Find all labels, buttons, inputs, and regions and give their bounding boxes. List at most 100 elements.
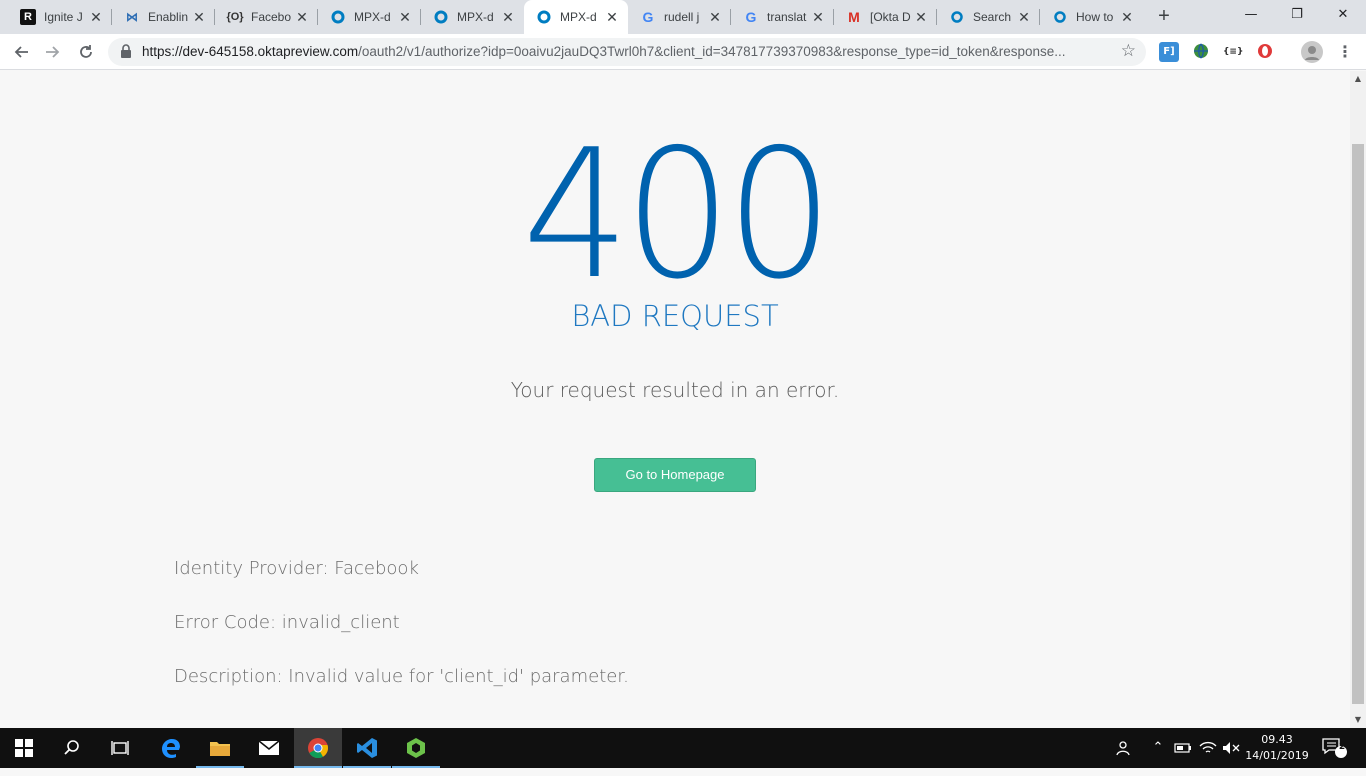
- vscode-taskbar-button[interactable]: [343, 728, 391, 768]
- tab-9[interactable]: Search ✕: [937, 0, 1040, 34]
- close-icon[interactable]: ✕: [913, 9, 929, 26]
- file-explorer-taskbar-button[interactable]: [196, 728, 244, 768]
- okta-icon: [433, 9, 449, 25]
- tab-title: rudell j: [664, 10, 700, 24]
- clock-time: 09.43: [1261, 733, 1293, 746]
- error-code-text: Error Code: invalid_client: [174, 612, 400, 633]
- extension-json-icon[interactable]: {≡}: [1223, 42, 1243, 62]
- tab-title: Facebo: [251, 10, 292, 24]
- tab-4[interactable]: MPX-d ✕: [421, 0, 524, 34]
- browser-menu-icon[interactable]: ⋮: [1335, 42, 1355, 62]
- tab-title: MPX-d: [560, 10, 597, 24]
- okta-icon: [330, 9, 346, 25]
- chrome-icon: [308, 738, 328, 759]
- new-tab-button[interactable]: +: [1152, 5, 1176, 29]
- bookmark-star-icon[interactable]: ☆: [1121, 41, 1136, 61]
- lock-icon: [121, 44, 131, 58]
- error-description-text: Description: Invalid value for 'client_i…: [174, 666, 629, 687]
- start-button[interactable]: [0, 728, 48, 768]
- edge-taskbar-button[interactable]: [147, 728, 195, 768]
- vscode-icon: [357, 738, 377, 758]
- scroll-thumb[interactable]: [1352, 144, 1364, 704]
- scroll-down-arrow-icon[interactable]: ▼: [1350, 712, 1366, 728]
- tab-title: Enablin: [148, 10, 189, 24]
- close-icon[interactable]: ✕: [294, 9, 310, 26]
- close-icon[interactable]: ✕: [810, 9, 826, 26]
- close-icon[interactable]: ✕: [88, 9, 104, 26]
- show-hidden-icons-chevron-up-icon[interactable]: ⌃: [1148, 728, 1168, 768]
- restore-button[interactable]: ❐: [1274, 0, 1320, 30]
- tab-1[interactable]: ⋈ Enablin ✕: [112, 0, 215, 34]
- go-to-homepage-button[interactable]: Go to Homepage: [594, 458, 756, 492]
- tab-title: [Okta D: [870, 10, 911, 24]
- reload-button[interactable]: [74, 40, 98, 64]
- volume-muted-icon[interactable]: [1220, 728, 1242, 768]
- tab-strip: R Ignite J ✕ ⋈ Enablin ✕ {O} Facebo ✕ MP…: [0, 0, 1366, 34]
- tab-title: MPX-d: [457, 10, 494, 24]
- extension-opera-icon[interactable]: [1255, 42, 1275, 62]
- google-icon: G: [745, 9, 757, 25]
- tab-7[interactable]: G translat ✕: [731, 0, 834, 34]
- forward-button[interactable]: [41, 40, 65, 64]
- battery-icon[interactable]: [1172, 728, 1194, 768]
- system-clock[interactable]: 09.43 14/01/2019: [1240, 732, 1314, 764]
- close-window-button[interactable]: ✕: [1320, 0, 1366, 30]
- error-page: 400 BAD REQUEST Your request resulted in…: [0, 71, 1350, 728]
- r-icon: R: [20, 9, 36, 25]
- nodejs-taskbar-button[interactable]: [392, 728, 440, 768]
- tab-5-active[interactable]: MPX-d ✕: [524, 0, 628, 34]
- back-arrow-icon: [14, 46, 28, 58]
- tab-0[interactable]: R Ignite J ✕: [8, 0, 112, 34]
- okta-icon: [536, 9, 552, 25]
- close-icon[interactable]: ✕: [707, 9, 723, 26]
- minimize-button[interactable]: —: [1228, 0, 1274, 30]
- search-icon: [64, 740, 79, 755]
- tab-title: How to: [1076, 10, 1114, 24]
- brackets-icon: {O}: [226, 11, 244, 23]
- google-icon: G: [642, 9, 654, 25]
- tab-title: translat: [767, 10, 807, 24]
- extension-globe-icon[interactable]: [1191, 42, 1211, 62]
- close-icon[interactable]: ✕: [500, 9, 516, 26]
- error-subtitle: Your request resulted in an error.: [510, 378, 840, 402]
- tab-6[interactable]: G rudell j ✕: [628, 0, 731, 34]
- back-button[interactable]: [9, 40, 33, 64]
- bow-icon: ⋈: [126, 10, 138, 24]
- close-icon[interactable]: ✕: [397, 9, 413, 26]
- scroll-up-arrow-icon[interactable]: ▲: [1350, 71, 1366, 87]
- notifications-button[interactable]: 2: [1320, 728, 1350, 768]
- close-icon[interactable]: ✕: [1119, 9, 1135, 26]
- mail-taskbar-button[interactable]: [245, 728, 293, 768]
- node-icon: [407, 738, 425, 758]
- edge-icon: [162, 739, 180, 759]
- task-view-button[interactable]: [96, 728, 144, 768]
- clock-date: 14/01/2019: [1245, 749, 1309, 762]
- browser-toolbar: https://dev-645158.oktapreview.com/oauth…: [0, 34, 1366, 70]
- close-icon[interactable]: ✕: [191, 9, 207, 26]
- extension-fj-icon[interactable]: F]: [1159, 42, 1179, 62]
- page-scrollbar[interactable]: ▲ ▼: [1350, 71, 1366, 728]
- tab-8[interactable]: M [Okta D ✕: [834, 0, 937, 34]
- reload-icon: [80, 45, 92, 58]
- close-icon[interactable]: ✕: [1016, 9, 1032, 26]
- windows-logo-icon: [15, 739, 33, 757]
- tab-title: Ignite J: [44, 10, 83, 24]
- tab-2[interactable]: {O} Facebo ✕: [215, 0, 318, 34]
- url-path: /oauth2/v1/authorize?idp=0oaivu2jauDQ3Tw…: [358, 44, 1066, 59]
- okta-icon: [949, 9, 965, 25]
- tab-3[interactable]: MPX-d ✕: [318, 0, 421, 34]
- people-icon[interactable]: [1112, 728, 1136, 768]
- tab-title: MPX-d: [354, 10, 391, 24]
- close-icon[interactable]: ✕: [604, 9, 620, 26]
- chrome-taskbar-button[interactable]: [294, 728, 342, 768]
- wifi-icon[interactable]: [1197, 728, 1219, 768]
- mail-icon: [258, 740, 280, 755]
- search-button[interactable]: [48, 728, 96, 768]
- gmail-icon: M: [848, 9, 860, 25]
- task-view-icon: [111, 741, 129, 755]
- tab-title: Search: [973, 10, 1012, 24]
- tab-10[interactable]: How to ✕: [1040, 0, 1143, 34]
- forward-arrow-icon: [46, 46, 60, 58]
- address-bar[interactable]: https://dev-645158.oktapreview.com/oauth…: [108, 38, 1146, 66]
- profile-avatar-icon[interactable]: [1301, 41, 1323, 63]
